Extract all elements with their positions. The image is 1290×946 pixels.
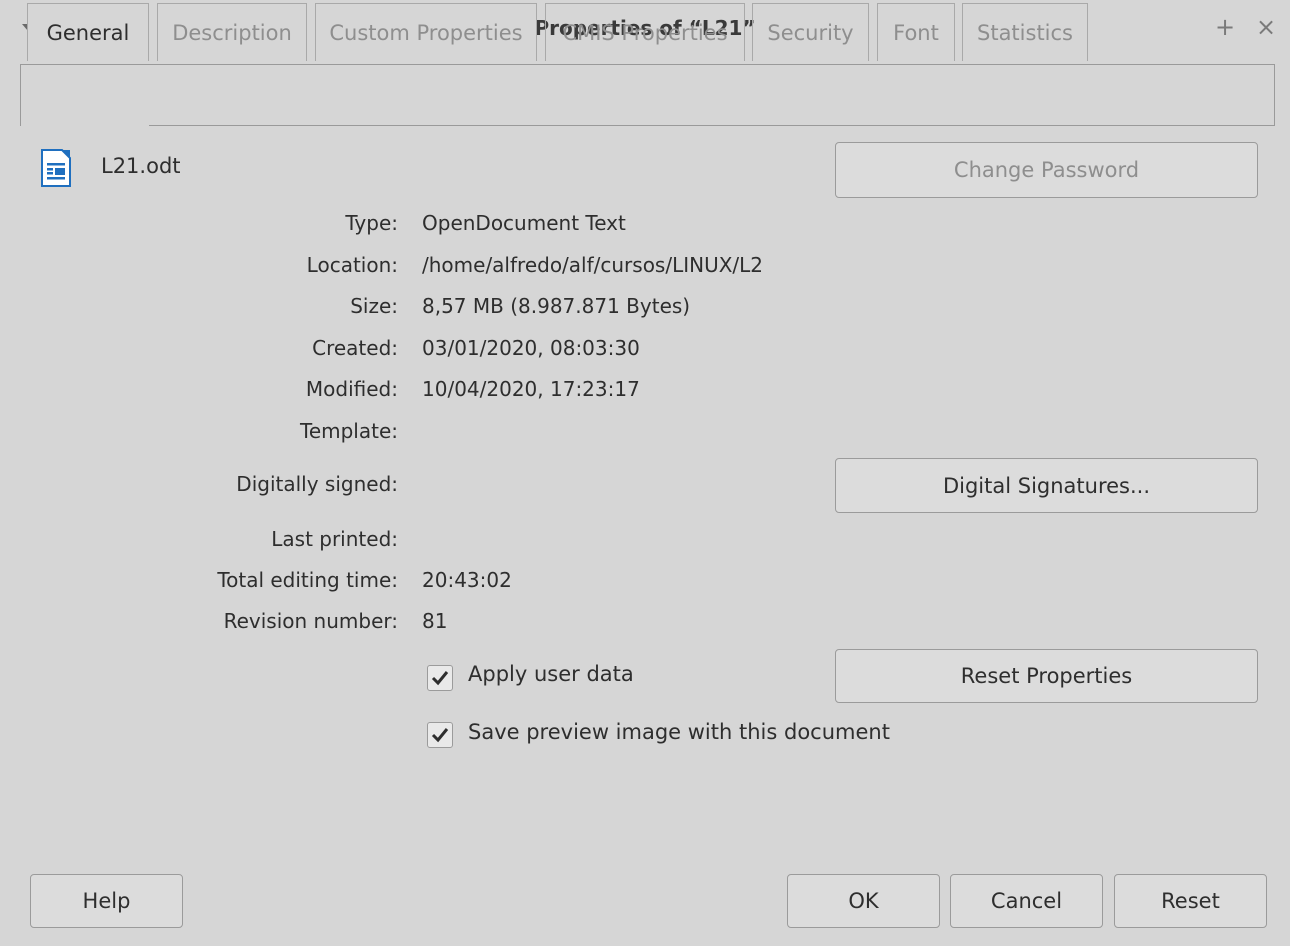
checkmark-icon (431, 728, 449, 743)
apply-user-data-label[interactable]: Apply user data (468, 662, 634, 686)
reset-button[interactable]: Reset (1114, 874, 1267, 928)
save-preview-label[interactable]: Save preview image with this document (468, 720, 890, 744)
type-label: Type: (345, 211, 398, 235)
help-button[interactable]: Help (30, 874, 183, 928)
tab-bar (20, 64, 1275, 126)
apply-user-data-checkbox[interactable] (427, 665, 453, 691)
last-printed-label: Last printed: (271, 527, 398, 551)
document-filename: L21.odt (101, 154, 181, 178)
tab-font[interactable]: Font (877, 3, 955, 61)
writer-document-icon (40, 149, 72, 187)
close-icon[interactable]: × (1256, 12, 1276, 42)
location-label: Location: (306, 253, 398, 277)
tab-custom-properties[interactable]: Custom Properties (315, 3, 537, 61)
template-label: Template: (300, 419, 398, 443)
digital-signatures-button[interactable]: Digital Signatures... (835, 458, 1258, 513)
type-value: OpenDocument Text (422, 211, 626, 235)
save-preview-checkbox[interactable] (427, 722, 453, 748)
tab-general[interactable]: General (27, 3, 149, 61)
total-editing-time-label: Total editing time: (217, 568, 398, 592)
created-value: 03/01/2020, 08:03:30 (422, 336, 640, 360)
modified-value: 10/04/2020, 17:23:17 (422, 377, 640, 401)
modified-label: Modified: (305, 377, 398, 401)
change-password-button[interactable]: Change Password (835, 142, 1258, 198)
total-editing-time-value: 20:43:02 (422, 568, 512, 592)
ok-button[interactable]: OK (787, 874, 940, 928)
reset-properties-button[interactable]: Reset Properties (835, 649, 1258, 703)
revision-number-value: 81 (422, 609, 448, 633)
tab-divider (149, 125, 1275, 126)
cancel-button[interactable]: Cancel (950, 874, 1103, 928)
digitally-signed-label: Digitally signed: (236, 472, 398, 496)
tab-cmis-properties[interactable]: CMIS Properties (545, 3, 745, 61)
checkmark-icon (431, 671, 449, 686)
size-value: 8,57 MB (8.987.871 Bytes) (422, 294, 691, 318)
size-label: Size: (350, 294, 398, 318)
created-label: Created: (312, 336, 398, 360)
location-value: /home/alfredo/alf/cursos/LINUX/L2 (422, 253, 764, 277)
revision-number-label: Revision number: (223, 609, 398, 633)
maximize-icon[interactable]: + (1215, 12, 1235, 42)
tab-description[interactable]: Description (157, 3, 307, 61)
tab-statistics[interactable]: Statistics (962, 3, 1088, 61)
tab-security[interactable]: Security (752, 3, 869, 61)
